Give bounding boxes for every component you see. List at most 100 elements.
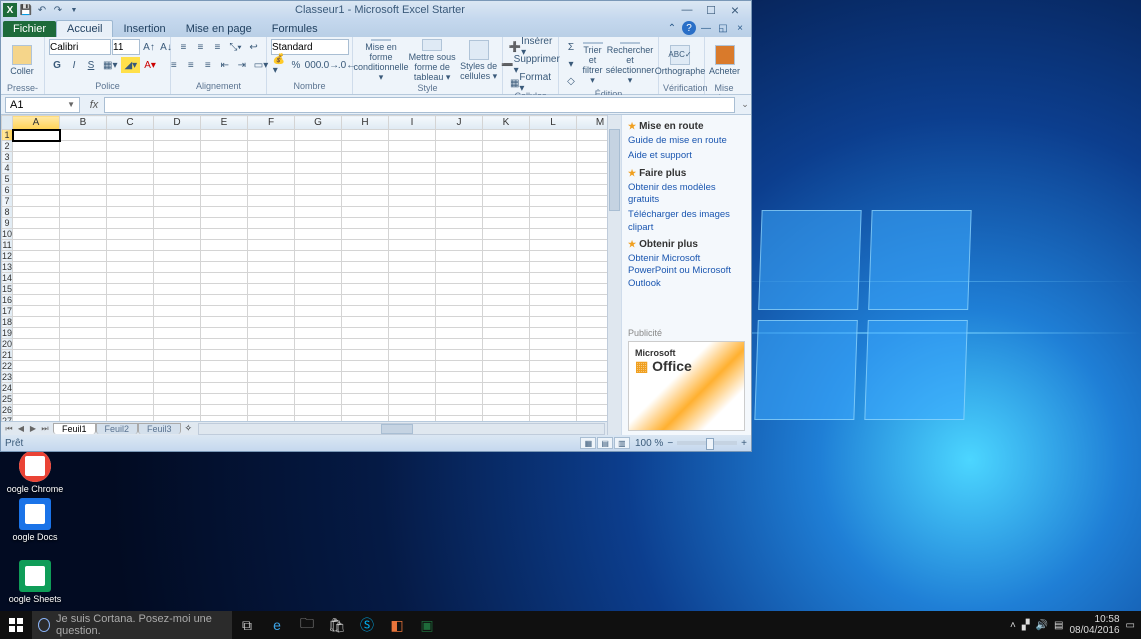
cell[interactable] [60,383,107,394]
link-help[interactable]: Aide et support [628,150,745,162]
cell[interactable] [154,262,201,273]
col-header[interactable]: L [530,116,577,130]
row-header[interactable]: 18 [2,317,13,328]
cell[interactable] [13,185,60,196]
cell[interactable] [530,262,577,273]
cell[interactable] [154,152,201,163]
desktop-icon-chrome[interactable]: oogle Chrome [0,450,70,494]
cell[interactable] [483,240,530,251]
sheet-tab-1[interactable]: Feuil1 [53,423,96,434]
cell[interactable] [107,295,154,306]
cell[interactable] [389,317,436,328]
cell[interactable] [436,141,483,152]
cell[interactable] [60,207,107,218]
cell[interactable] [436,372,483,383]
cell[interactable] [530,141,577,152]
link-powerpoint[interactable]: Obtenir Microsoft PowerPoint ou Microsof… [628,253,745,290]
cell[interactable] [389,339,436,350]
cell[interactable] [342,240,389,251]
cell[interactable] [248,218,295,229]
cell[interactable] [248,372,295,383]
sheet-tab-2[interactable]: Feuil2 [96,423,139,434]
cell[interactable] [530,207,577,218]
cell[interactable] [107,339,154,350]
cell[interactable] [60,196,107,207]
titlebar[interactable]: X 💾 ↶ ↷ ▼ Classeur1 - Microsoft Excel St… [1,1,751,19]
cell[interactable] [248,229,295,240]
cell[interactable] [201,383,248,394]
cell[interactable] [389,383,436,394]
row-header[interactable]: 5 [2,174,13,185]
cell[interactable] [483,394,530,405]
cell[interactable] [13,240,60,251]
align-left-icon[interactable]: ≡ [166,57,182,73]
cell[interactable] [530,218,577,229]
window-close-icon[interactable]: × [733,21,747,35]
cell[interactable] [436,229,483,240]
row-header[interactable]: 2 [2,141,13,152]
cell[interactable] [436,130,483,141]
row-header[interactable]: 27 [2,416,13,422]
row-header[interactable]: 15 [2,284,13,295]
underline-button[interactable]: S [83,57,99,73]
close-button[interactable]: × [727,3,743,17]
cell[interactable] [107,317,154,328]
row-header[interactable]: 13 [2,262,13,273]
link-guide[interactable]: Guide de mise en route [628,135,745,147]
cell[interactable] [13,372,60,383]
cell[interactable] [436,306,483,317]
cell[interactable] [436,273,483,284]
cell[interactable] [577,185,607,196]
cell[interactable] [107,284,154,295]
row-header[interactable]: 17 [2,306,13,317]
col-header[interactable]: B [60,116,107,130]
cell[interactable] [436,405,483,416]
cell[interactable] [201,350,248,361]
cell[interactable] [577,218,607,229]
tab-mise-en-page[interactable]: Mise en page [176,21,262,37]
cell[interactable] [483,207,530,218]
cell[interactable] [154,240,201,251]
cell[interactable] [530,383,577,394]
cell[interactable] [60,328,107,339]
cell[interactable] [389,416,436,422]
cell[interactable] [107,273,154,284]
cell[interactable] [389,295,436,306]
border-button[interactable]: ▦▾ [100,57,120,73]
cell[interactable] [248,262,295,273]
cell[interactable] [60,295,107,306]
cell[interactable] [295,339,342,350]
cell[interactable] [483,130,530,141]
cell[interactable] [60,350,107,361]
cell[interactable] [342,262,389,273]
qat-redo-icon[interactable]: ↷ [51,3,65,17]
cell[interactable] [483,295,530,306]
align-bottom-icon[interactable]: ≡ [209,39,225,55]
cell[interactable] [389,163,436,174]
cell[interactable] [530,130,577,141]
col-header[interactable]: C [107,116,154,130]
cell[interactable] [201,163,248,174]
row-header[interactable]: 3 [2,152,13,163]
cell[interactable] [154,130,201,141]
tray-network-icon[interactable]: ▞ [1022,620,1030,631]
cell[interactable] [436,152,483,163]
spellcheck-button[interactable]: ABC✓Orthographe [663,39,697,83]
cell[interactable] [295,130,342,141]
cell[interactable] [13,174,60,185]
cell[interactable] [154,163,201,174]
cell[interactable] [201,306,248,317]
cell[interactable] [107,141,154,152]
cell[interactable] [483,152,530,163]
cell[interactable] [577,361,607,372]
qat-save-icon[interactable]: 💾 [19,3,33,17]
cell[interactable] [342,251,389,262]
cell[interactable] [154,328,201,339]
cell[interactable] [530,416,577,422]
cell[interactable] [530,152,577,163]
row-header[interactable]: 10 [2,229,13,240]
thousands-icon[interactable]: 000 [305,57,321,73]
cell[interactable] [248,207,295,218]
row-header[interactable]: 6 [2,185,13,196]
cell[interactable] [13,317,60,328]
